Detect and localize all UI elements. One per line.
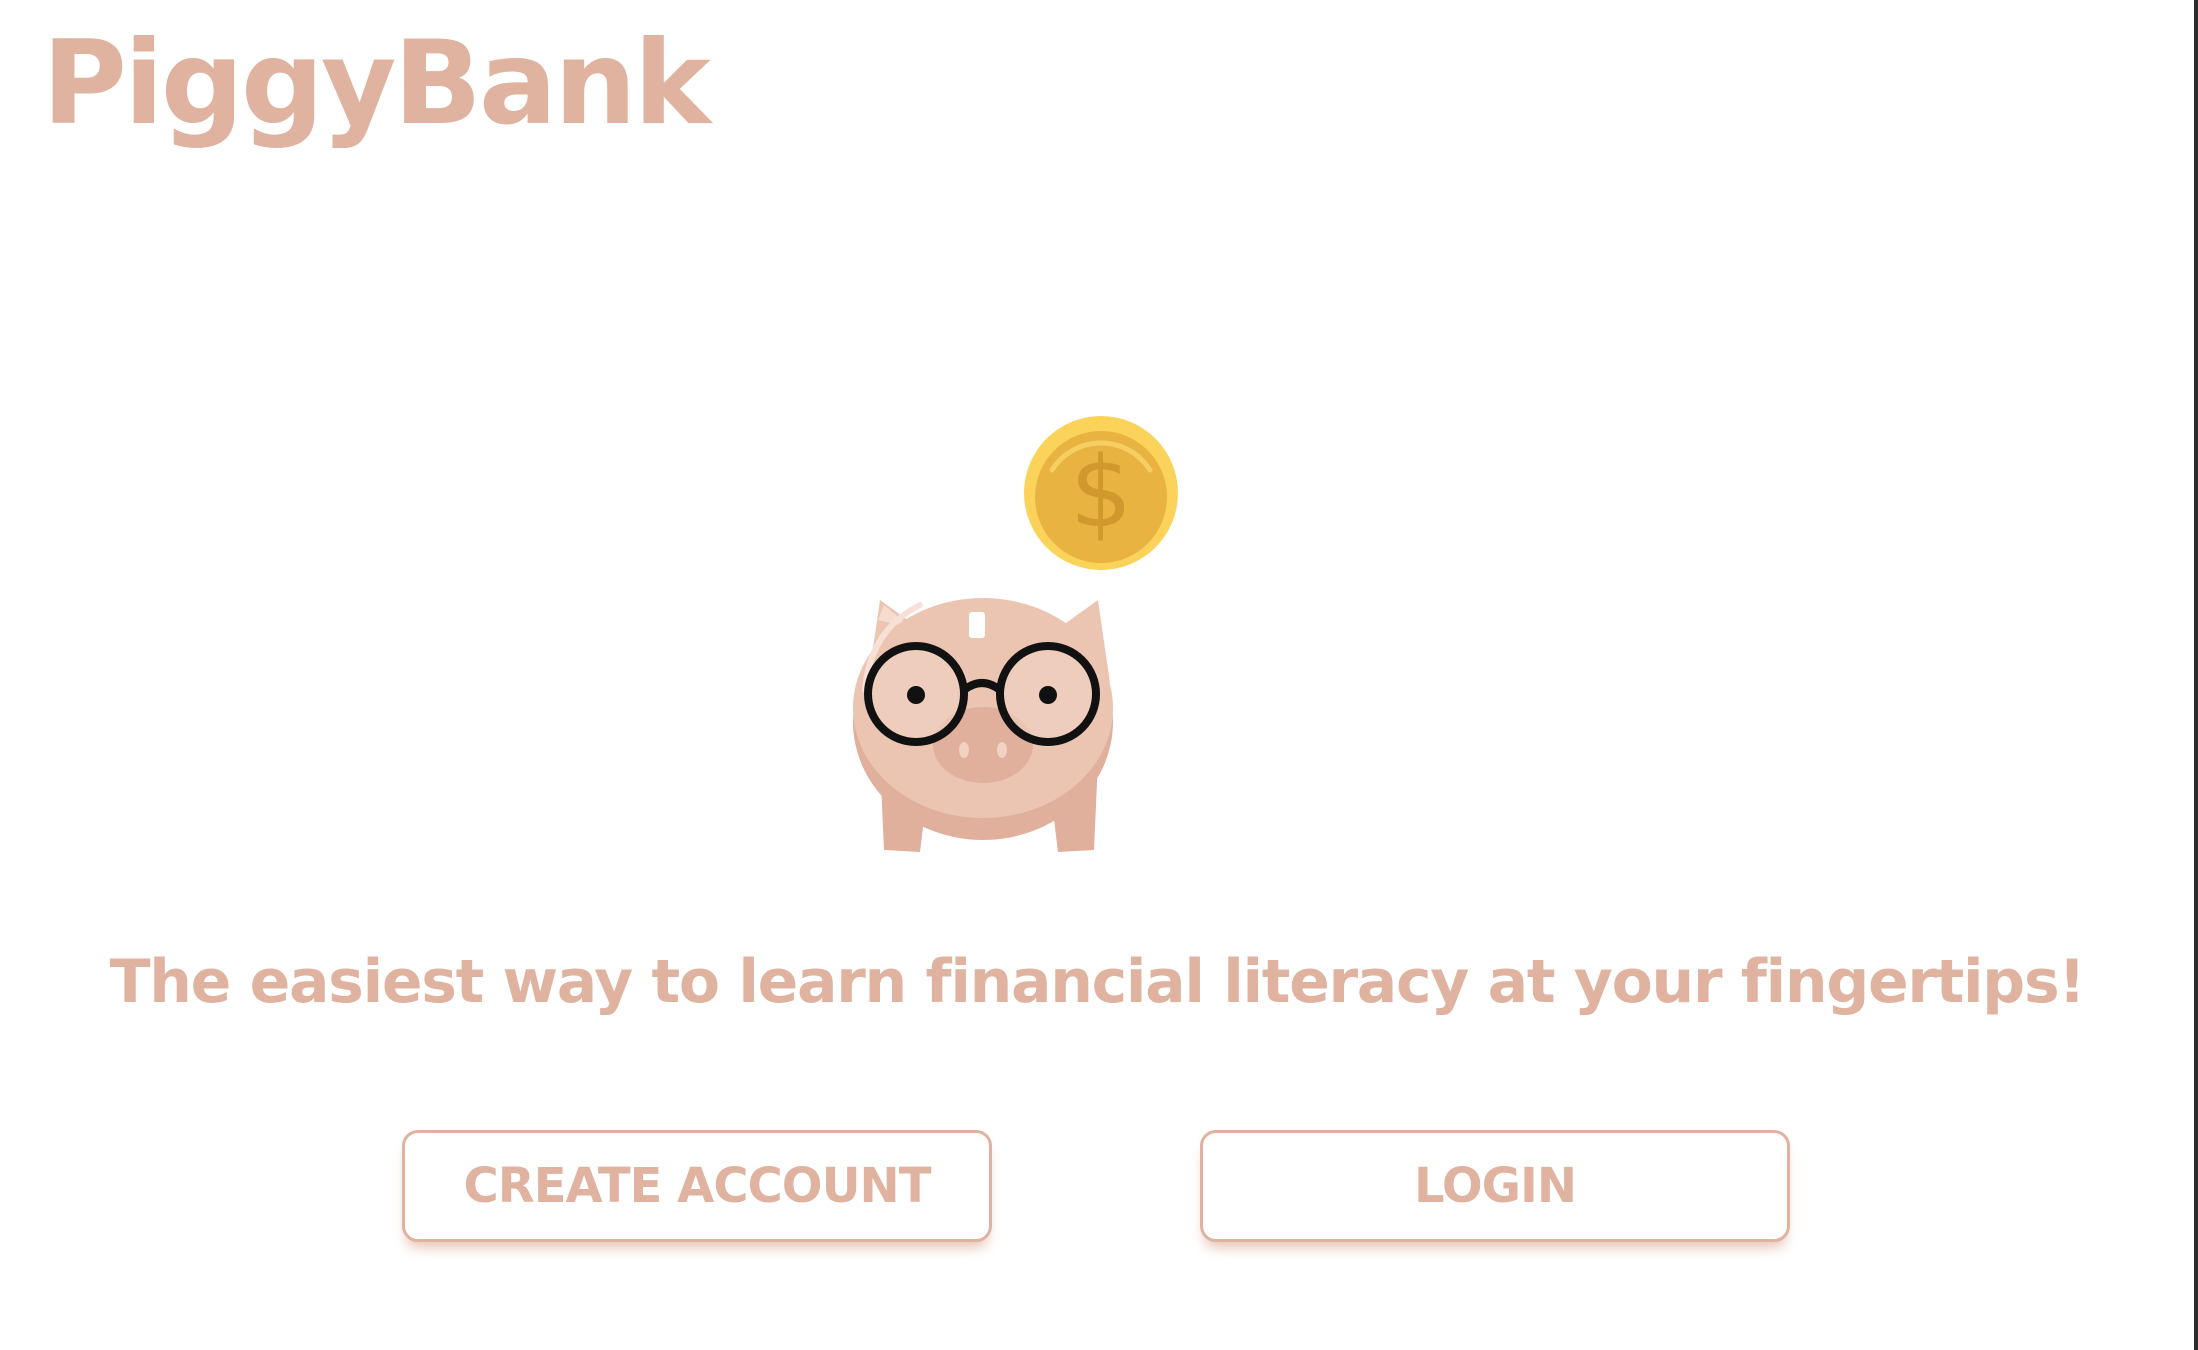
app-logo[interactable]: PiggyBank	[42, 26, 711, 142]
hero-illustration: $	[853, 416, 1178, 852]
create-account-button[interactable]: CREATE ACCOUNT	[402, 1130, 992, 1242]
dollar-coin-icon: $	[1024, 416, 1178, 570]
login-button[interactable]: LOGIN	[1200, 1130, 1790, 1242]
landing-page: PiggyBank $ The easiest way to learn fin…	[0, 0, 2198, 1350]
coin-symbol: $	[1070, 436, 1132, 550]
window-edge	[2194, 0, 2198, 1350]
tagline: The easiest way to learn financial liter…	[109, 947, 2086, 1017]
